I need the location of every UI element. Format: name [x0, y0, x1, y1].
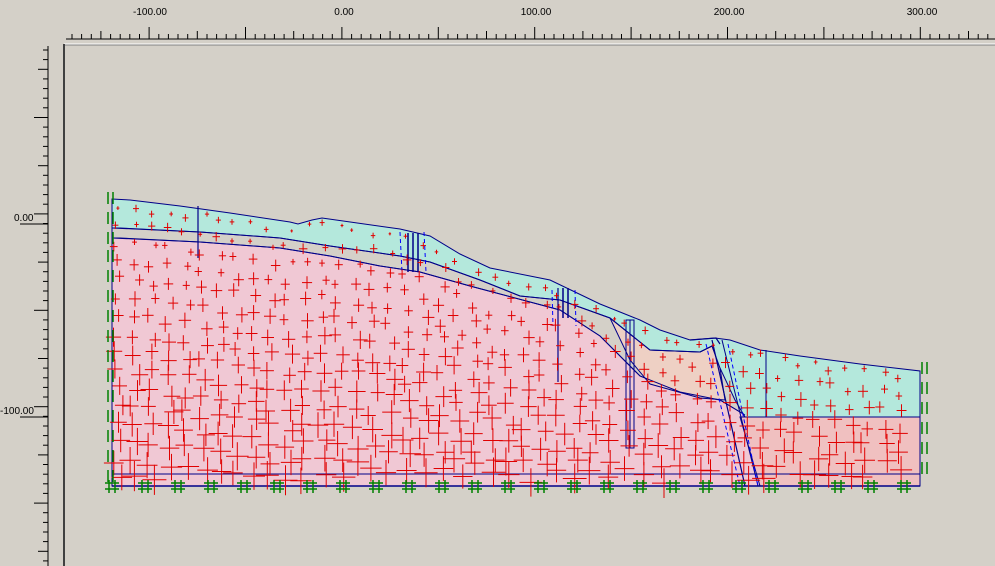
vertical-ruler — [20, 46, 49, 566]
model-drawing: -100.00 0.00 100.00 200.00 300.00 0.00 -… — [0, 0, 995, 566]
x-label-300: 300.00 — [907, 7, 938, 18]
soil-layers — [111, 198, 921, 487]
stress-cross — [248, 238, 253, 244]
vertical-fixity-icon — [107, 192, 114, 244]
stress-cross — [589, 322, 595, 330]
x-label-200: 200.00 — [714, 7, 745, 18]
x-label-neg100: -100.00 — [133, 7, 167, 18]
stress-cross — [230, 238, 235, 244]
stress-cross — [198, 232, 203, 237]
x-label-0: 0.00 — [334, 7, 354, 18]
y-label-neg100: -100.00 — [0, 406, 34, 417]
y-label-0: 0.00 — [14, 213, 34, 224]
x-label-100: 100.00 — [521, 7, 552, 18]
horizontal-ruler — [0, 0, 995, 40]
vertical-fixity-icon — [921, 362, 928, 474]
vertical-ruler-ticks — [20, 49, 48, 562]
stress-cross — [280, 242, 286, 249]
